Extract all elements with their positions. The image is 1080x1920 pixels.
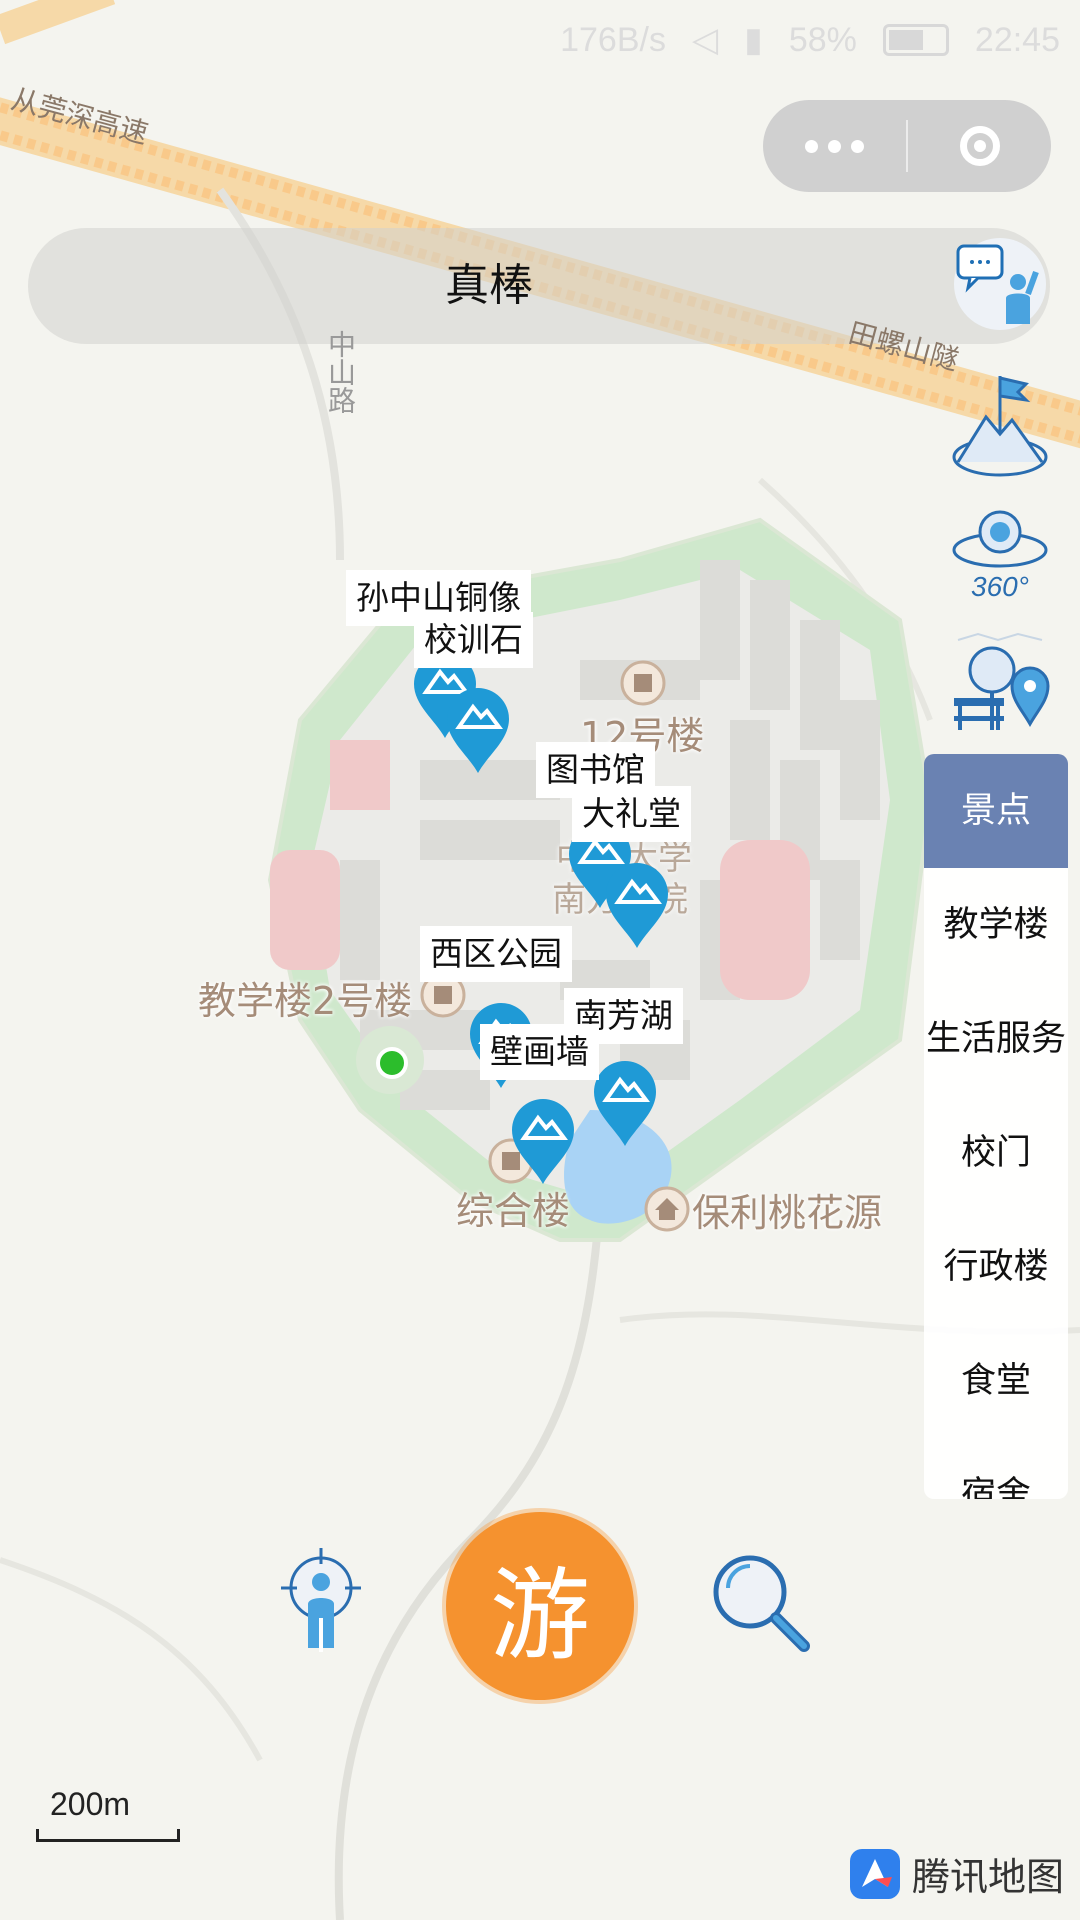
category-item-scenic[interactable]: 景点 bbox=[924, 754, 1068, 868]
park-location-icon[interactable] bbox=[948, 620, 1052, 740]
map-scale: 200m bbox=[36, 1786, 180, 1842]
battery-icon bbox=[882, 24, 949, 56]
panorama-360-icon[interactable]: 360° bbox=[948, 500, 1052, 610]
scale-label: 200m bbox=[50, 1786, 131, 1822]
miniprogram-capsule bbox=[763, 100, 1051, 192]
locate-me-button[interactable] bbox=[278, 1548, 364, 1658]
place-label: 保利桃花源 bbox=[692, 1191, 883, 1235]
scenic-marker-icon[interactable] bbox=[590, 1058, 660, 1148]
close-circle-icon bbox=[959, 126, 1000, 166]
brand-name: 腾讯地图 bbox=[912, 1855, 1065, 1899]
category-item-teaching[interactable]: 教学楼 bbox=[924, 868, 1068, 982]
tencent-map-logo: 腾讯地图 bbox=[848, 1846, 1064, 1901]
tencent-map-logo-icon bbox=[850, 1848, 900, 1899]
road-label: 中山路 bbox=[324, 330, 357, 414]
search-icon[interactable] bbox=[706, 1548, 814, 1656]
spot-label[interactable]: 大礼堂 bbox=[572, 786, 691, 842]
category-item-admin[interactable]: 行政楼 bbox=[924, 1210, 1068, 1324]
clock: 22:45 bbox=[974, 20, 1060, 59]
svg-text:360°: 360° bbox=[971, 571, 1029, 602]
category-item-services[interactable]: 生活服务 bbox=[924, 982, 1068, 1096]
tour-button[interactable]: 游 bbox=[446, 1512, 634, 1700]
battery-percent: 58% bbox=[788, 20, 857, 59]
scenic-marker-icon[interactable] bbox=[602, 860, 672, 950]
status-bar: 176B/s ◁ ▮ 58% 22:45 bbox=[560, 10, 1060, 70]
place-label: 教学楼2号楼 bbox=[198, 979, 413, 1023]
chat-guide-icon[interactable] bbox=[948, 232, 1052, 336]
scale-bar bbox=[36, 1829, 180, 1842]
close-miniprogram-button[interactable] bbox=[908, 100, 1051, 192]
category-item-gate[interactable]: 校门 bbox=[924, 1096, 1068, 1210]
spot-label[interactable]: 壁画墙 bbox=[480, 1024, 599, 1080]
spot-label[interactable]: 西区公园 bbox=[420, 926, 572, 982]
house-poi-icon bbox=[644, 1186, 690, 1232]
building-poi-icon bbox=[620, 660, 666, 706]
flag-mountain-icon[interactable] bbox=[948, 362, 1052, 482]
spot-label[interactable]: 校训石 bbox=[414, 612, 533, 668]
scenic-marker-icon[interactable] bbox=[508, 1096, 578, 1186]
net-speed: 176B/s bbox=[560, 20, 666, 59]
category-list[interactable]: 景点 教学楼 生活服务 校门 行政楼 食堂 宿舍 bbox=[924, 754, 1068, 1499]
place-label: 综合楼 bbox=[456, 1189, 571, 1233]
tour-button-label: 游 bbox=[490, 1556, 590, 1674]
mute-icon: ◁ bbox=[691, 21, 719, 59]
scenic-marker-icon[interactable] bbox=[443, 685, 513, 775]
signal-icon: ▮ bbox=[744, 21, 763, 59]
category-item-canteen[interactable]: 食堂 bbox=[924, 1324, 1068, 1438]
more-menu-button[interactable] bbox=[763, 100, 906, 192]
category-item-dorm[interactable]: 宿舍 bbox=[924, 1438, 1068, 1499]
